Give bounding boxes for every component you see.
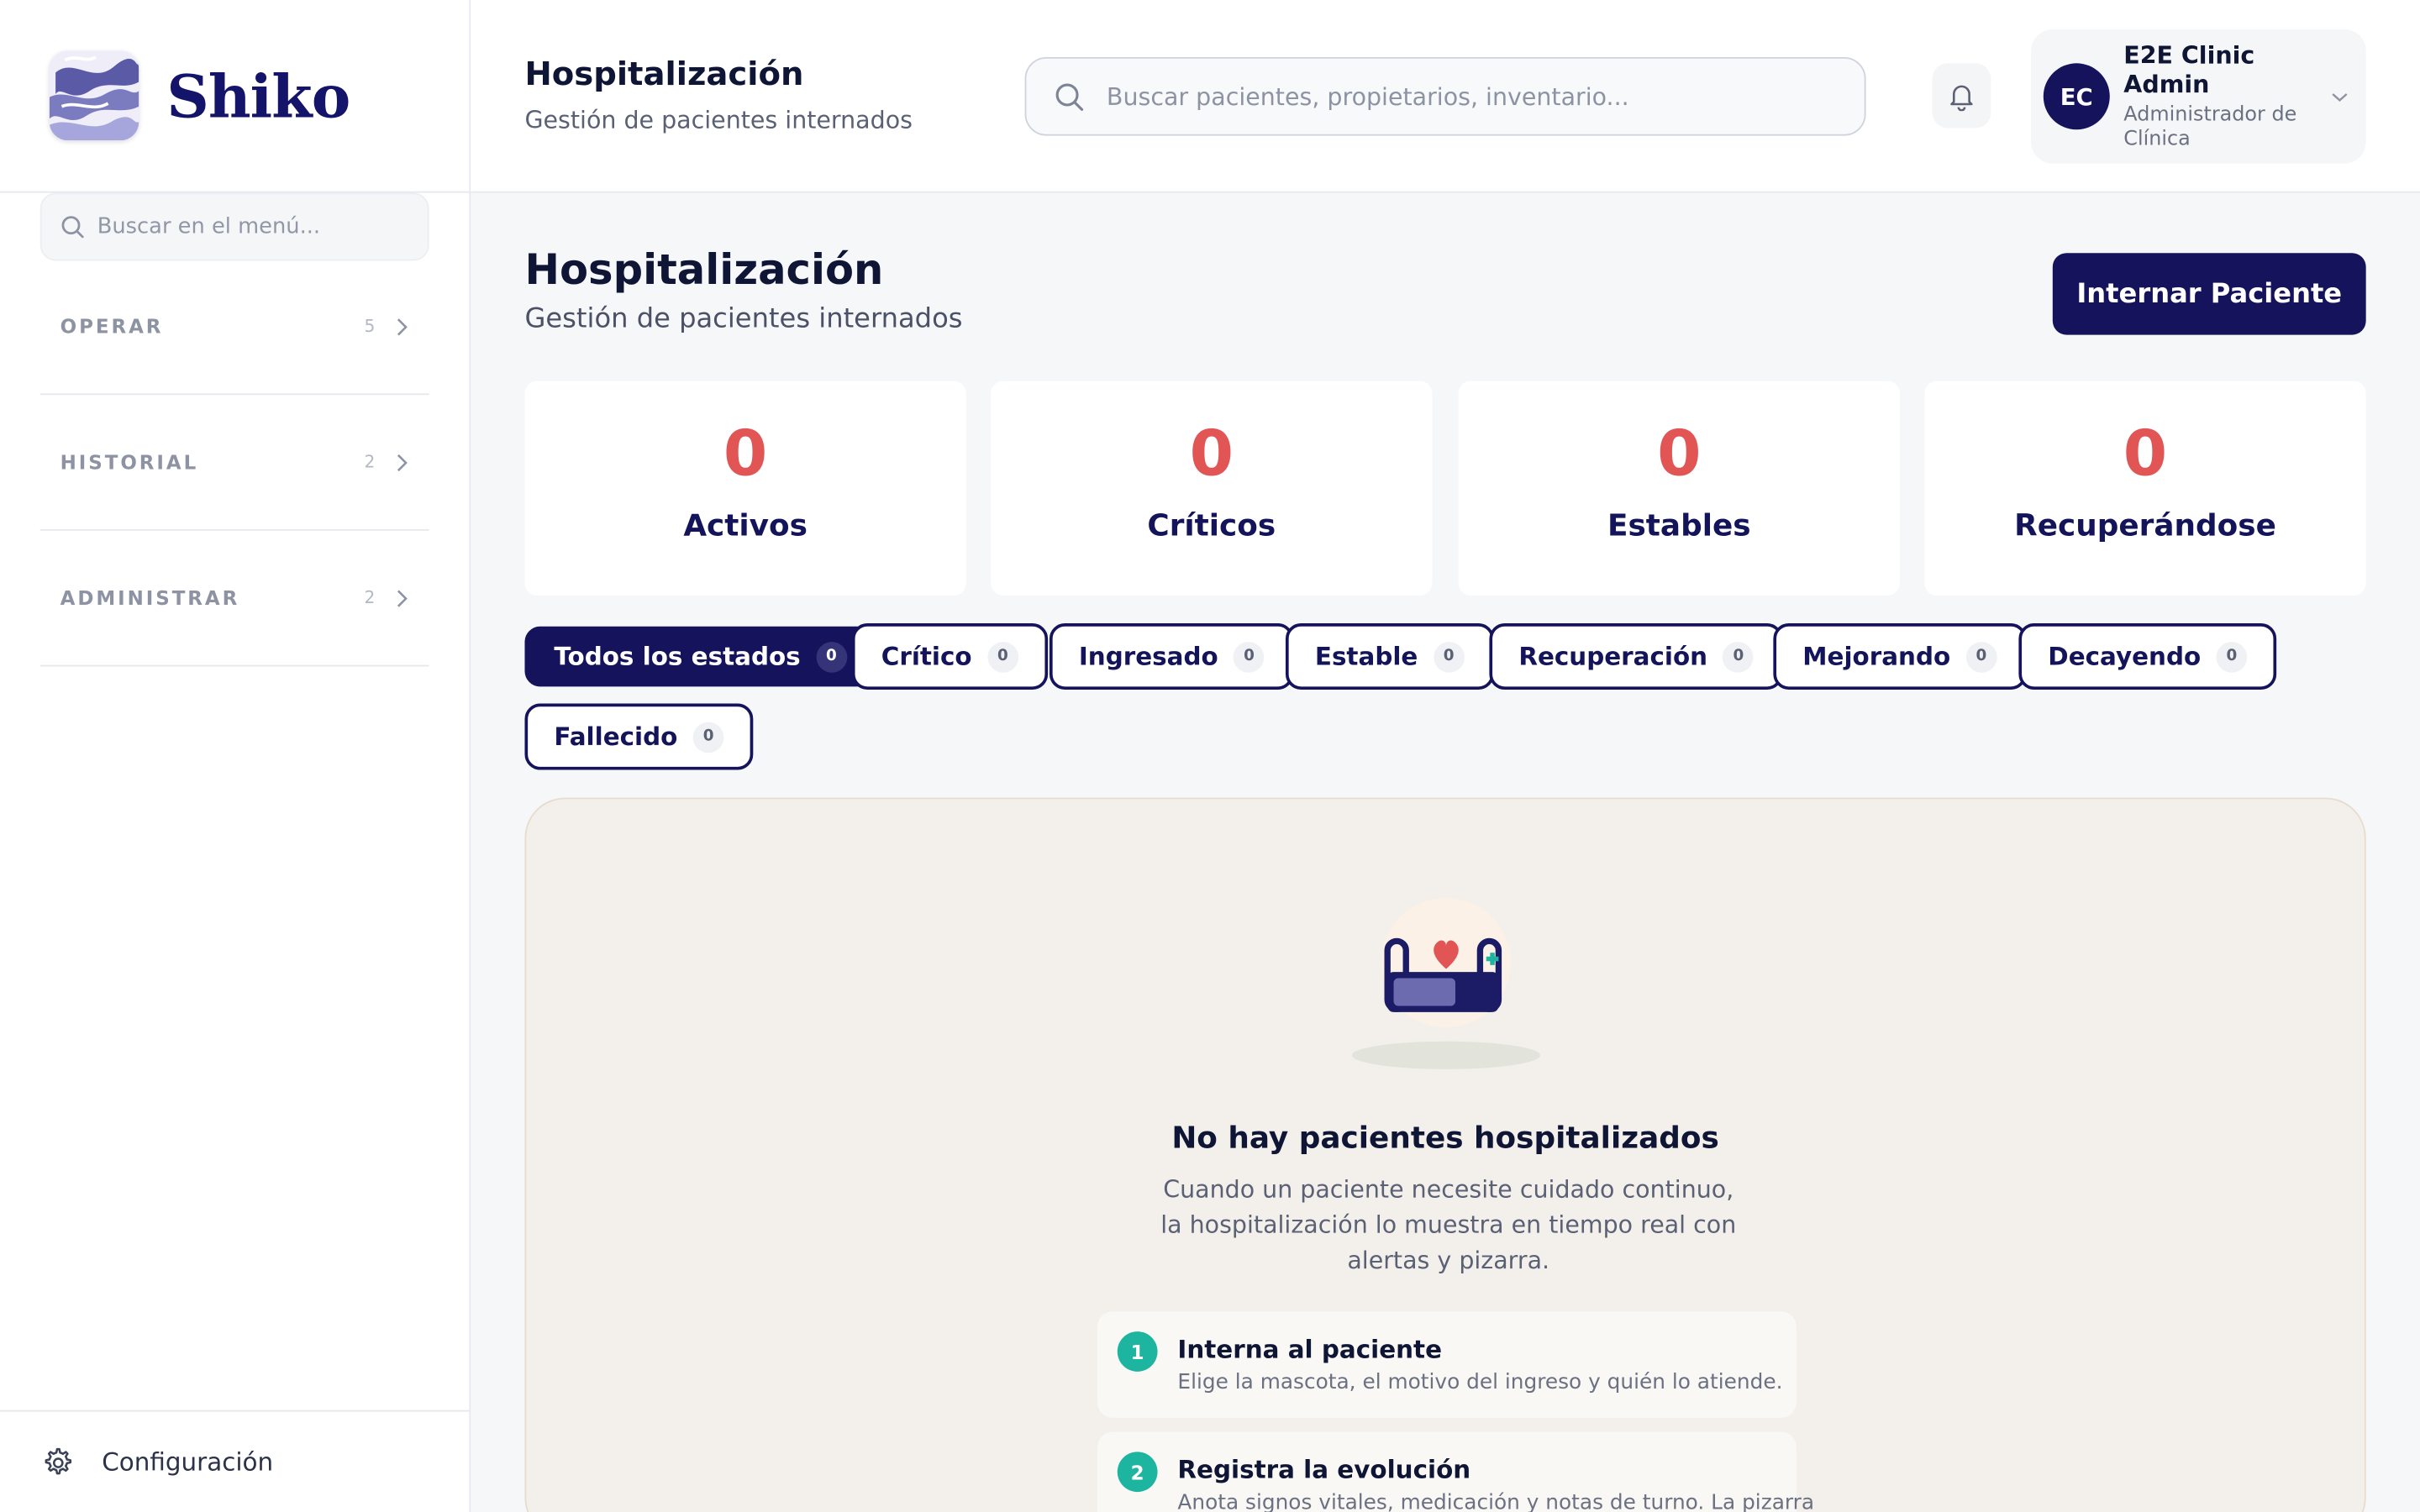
avatar: EC	[2043, 63, 2110, 130]
filter-chip-stable[interactable]: Estable 0	[1285, 623, 1494, 690]
stat-card-recovering: 0 Recuperándose	[1924, 381, 2366, 596]
onboarding-step: 2 Registra la evolución Anota signos vit…	[1097, 1431, 1814, 1512]
filter-chip-label: Ingresado	[1078, 642, 1218, 671]
stat-card-critical: 0 Críticos	[991, 381, 1433, 596]
sidebar-section-label: HISTORIAL	[60, 450, 199, 474]
stat-card-active: 0 Activos	[524, 381, 966, 596]
step-number: 1	[1117, 1331, 1158, 1372]
brand-name: Shiko	[166, 60, 350, 131]
filter-chip-improving[interactable]: Mejorando 0	[1773, 623, 2027, 690]
stat-value: 0	[2123, 416, 2168, 491]
filter-chip-label: Decayendo	[2048, 642, 2202, 671]
empty-state-title: No hay pacientes hospitalizados	[1171, 1120, 1719, 1156]
sidebar: Shiko OPERAR 5 HISTORIAL 2 ADMINISTRAR	[0, 0, 471, 1512]
sidebar-section-count: 2	[364, 587, 376, 608]
filter-chip-label: Estable	[1314, 642, 1418, 671]
brand[interactable]: Shiko	[0, 0, 470, 193]
stat-label: Críticos	[1147, 507, 1276, 543]
menu-search-input[interactable]	[97, 214, 407, 239]
chevron-right-icon	[397, 318, 408, 335]
sidebar-section-historial[interactable]: HISTORIAL 2	[39, 395, 429, 531]
admit-patient-button[interactable]: Internar Paciente	[2052, 253, 2366, 335]
stat-label: Activos	[683, 507, 808, 543]
brand-logo-icon	[49, 50, 139, 141]
settings-link[interactable]: Configuración	[0, 1410, 470, 1512]
top-bar: Hospitalización Gestión de pacientes int…	[471, 0, 2420, 193]
onboarding-step: 1 Interna al paciente Elige la mascota, …	[1097, 1311, 1797, 1418]
user-role: Administrador de Clínica	[2123, 102, 2297, 151]
filter-chip-count: 0	[816, 641, 847, 672]
stat-value: 0	[1189, 416, 1234, 491]
sidebar-section-count: 5	[364, 316, 376, 337]
notifications-button[interactable]	[1932, 63, 1991, 129]
stat-value: 0	[1657, 416, 1702, 491]
bell-icon	[1950, 85, 1973, 112]
filter-chip-deceased[interactable]: Fallecido 0	[524, 703, 754, 770]
chevron-right-icon	[397, 589, 408, 606]
filter-chip-critical[interactable]: Crítico 0	[851, 623, 1048, 690]
global-search-input[interactable]	[1106, 82, 1817, 111]
stat-label: Estables	[1607, 507, 1751, 543]
header-title: Hospitalización	[524, 55, 804, 93]
empty-state-panel: No hay pacientes hospitalizados Cuando u…	[524, 797, 2366, 1512]
chevron-right-icon	[397, 453, 408, 471]
filter-chip-count: 0	[2216, 641, 2248, 672]
step-title: Interna al paciente	[1177, 1334, 1443, 1364]
global-search[interactable]	[1024, 56, 1866, 136]
settings-label: Configuración	[102, 1446, 274, 1477]
hospital-bed-icon	[1351, 897, 1541, 1069]
filter-chip-label: Mejorando	[1802, 642, 1951, 671]
empty-state-description: Cuando un paciente necesite cuidado cont…	[1160, 1175, 1737, 1275]
step-description: Elige la mascota, el motivo del ingreso …	[1177, 1369, 1783, 1395]
sidebar-section-label: OPERAR	[60, 314, 164, 339]
step-number: 2	[1117, 1452, 1158, 1493]
filter-chip-admitted[interactable]: Ingresado 0	[1049, 623, 1294, 690]
page-subtitle: Gestión de pacientes internados	[524, 303, 963, 335]
stat-label: Recuperándose	[2014, 507, 2276, 543]
gear-icon	[45, 1447, 72, 1474]
stat-value: 0	[723, 416, 768, 491]
filter-chip-count: 0	[692, 721, 724, 753]
user-menu[interactable]: EC E2E Clinic Admin Administrador de Clí…	[2031, 29, 2366, 164]
filter-chip-label: Fallecido	[554, 722, 678, 752]
sidebar-section-administrar[interactable]: ADMINISTRAR 2	[39, 531, 429, 667]
step-title: Registra la evolución	[1177, 1455, 1471, 1484]
chevron-down-icon	[2332, 92, 2348, 102]
menu-search[interactable]	[39, 192, 429, 261]
sidebar-section-operar[interactable]: OPERAR 5	[39, 260, 429, 396]
search-icon	[61, 216, 84, 239]
filter-chip-count: 0	[1234, 641, 1265, 672]
filter-chip-label: Crítico	[881, 642, 972, 671]
filter-chip-count: 0	[1723, 641, 1754, 672]
stat-card-stable: 0 Estables	[1458, 381, 1900, 596]
filter-chip-all[interactable]: Todos los estados 0	[524, 626, 876, 687]
filter-chip-count: 0	[1965, 641, 1997, 672]
sidebar-section-count: 2	[364, 452, 376, 473]
filter-chip-declining[interactable]: Decayendo 0	[2018, 623, 2277, 690]
header-subtitle: Gestión de pacientes internados	[524, 106, 913, 134]
sidebar-section-label: ADMINISTRAR	[60, 585, 240, 610]
filter-chip-label: Todos los estados	[554, 642, 801, 671]
filter-chip-count: 0	[1433, 641, 1465, 672]
filter-chip-recovery[interactable]: Recuperación 0	[1489, 623, 1784, 690]
step-description: Anota signos vitales, medicación y notas…	[1177, 1490, 1815, 1512]
page-title: Hospitalización	[524, 246, 884, 295]
search-icon	[1055, 82, 1084, 111]
user-name: E2E Clinic Admin	[2123, 40, 2255, 98]
filter-chip-count: 0	[987, 641, 1018, 672]
filter-chip-label: Recuperación	[1518, 642, 1708, 671]
